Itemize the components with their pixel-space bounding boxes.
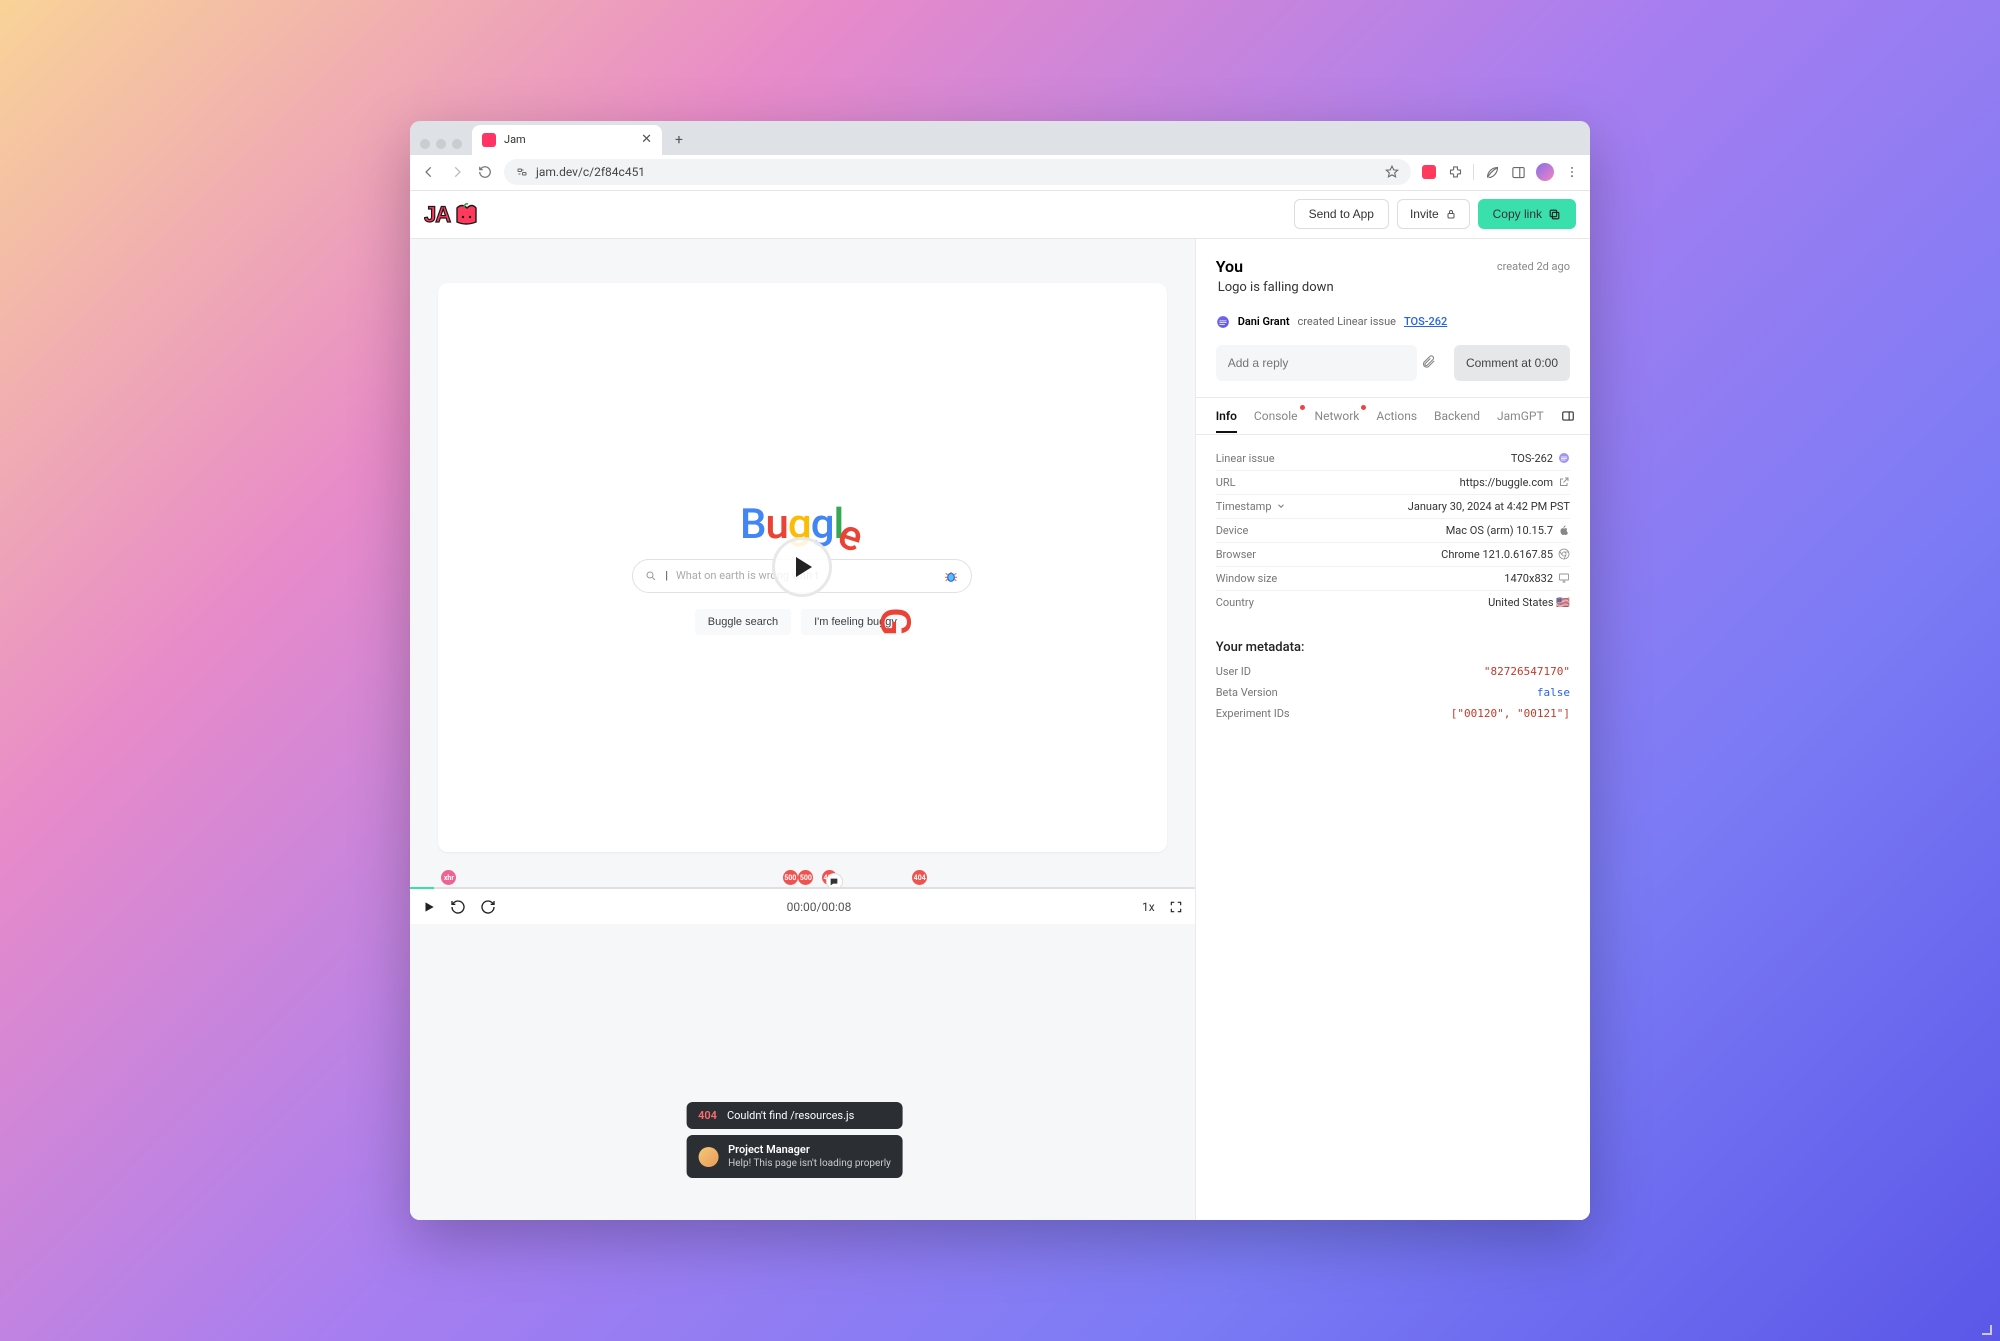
- url-input[interactable]: jam.dev/c/2f84c451: [504, 159, 1411, 185]
- panel-icon[interactable]: [1510, 164, 1526, 180]
- timeline-marker-xhr[interactable]: xhr: [441, 870, 456, 885]
- timeline-marker-500[interactable]: 500: [798, 870, 813, 885]
- tab-favicon: [482, 133, 496, 147]
- info-browser: Chrome 121.0.6167.85: [1441, 548, 1553, 561]
- comment-at-button[interactable]: Comment at 0:00: [1454, 345, 1570, 381]
- jam-logo[interactable]: JA: [424, 200, 478, 228]
- buggle-search-button: Buggle search: [695, 609, 791, 635]
- tab-backend[interactable]: Backend: [1434, 409, 1480, 423]
- playback-time: 00:00/00:08: [787, 900, 852, 914]
- commenter-avatar: [698, 1147, 718, 1167]
- window-traffic-lights[interactable]: [420, 139, 468, 155]
- info-linear-issue[interactable]: TOS-262: [1511, 452, 1553, 465]
- fallen-letter: G: [870, 607, 919, 636]
- timeline-marker-500[interactable]: 500: [783, 870, 798, 885]
- video-panel: Buggle G |What on earth is wrong with t …: [410, 239, 1195, 1221]
- linear-icon: [1558, 452, 1570, 464]
- chrome-icon: [1558, 548, 1570, 560]
- timeline-marker-404[interactable]: 404: [912, 870, 927, 885]
- video-preview[interactable]: Buggle G |What on earth is wrong with t …: [438, 283, 1167, 852]
- error-tooltip[interactable]: 404 Couldn't find /resources.js: [686, 1102, 903, 1129]
- forward-skip-button[interactable]: [480, 899, 496, 915]
- activity-row: Dani Grant created Linear issue TOS-262: [1196, 305, 1590, 339]
- linear-icon: [1216, 315, 1230, 329]
- info-country: United States 🇺🇸: [1488, 596, 1570, 609]
- url-text: jam.dev/c/2f84c451: [536, 165, 645, 179]
- bookmark-icon[interactable]: [1385, 165, 1399, 179]
- tab-close-icon[interactable]: ✕: [641, 132, 652, 147]
- tab-console[interactable]: Console: [1254, 409, 1298, 423]
- site-info-icon: [516, 166, 528, 178]
- comment-tooltip[interactable]: Project Manager Help! This page isn't lo…: [686, 1135, 903, 1178]
- bug-icon: [943, 568, 959, 584]
- linear-issue-link[interactable]: TOS-262: [1404, 315, 1447, 328]
- svg-text:JA: JA: [424, 202, 451, 227]
- app-header: JA Send to App Invite Copy link: [410, 191, 1590, 239]
- copy-icon: [1548, 208, 1561, 221]
- tab-title: Jam: [504, 133, 526, 146]
- expand-panel-icon[interactable]: [1561, 409, 1575, 423]
- forward-button[interactable]: [448, 163, 466, 181]
- copy-link-button[interactable]: Copy link: [1478, 199, 1576, 229]
- new-tab-button[interactable]: +: [666, 127, 692, 153]
- playback-speed[interactable]: 1x: [1142, 900, 1155, 914]
- attach-icon[interactable]: [1421, 354, 1436, 369]
- tab-network[interactable]: Network: [1315, 409, 1360, 423]
- search-icon: [645, 570, 657, 582]
- monitor-icon: [1558, 572, 1570, 584]
- apple-icon: [1558, 524, 1570, 536]
- meta-experiments: ["00120", "00121"]: [1451, 707, 1570, 720]
- chevron-down-icon[interactable]: [1276, 501, 1286, 511]
- detail-tabs: Info Console Network Actions Backend Jam…: [1196, 397, 1590, 435]
- profile-avatar[interactable]: [1536, 163, 1554, 181]
- reply-input[interactable]: [1216, 345, 1417, 381]
- browser-tab-strip: Jam ✕ +: [410, 121, 1590, 155]
- metadata-title: Your metadata:: [1196, 626, 1590, 661]
- report-created: created 2d ago: [1497, 260, 1570, 273]
- meta-user-id: "82726547170": [1484, 665, 1570, 678]
- playback-progress[interactable]: [410, 887, 1195, 889]
- info-url[interactable]: https://buggle.com: [1460, 476, 1553, 489]
- extensions-icon[interactable]: [1447, 164, 1463, 180]
- browser-window: Jam ✕ + jam.dev/c/2f84c451: [410, 121, 1590, 1221]
- back-button[interactable]: [420, 163, 438, 181]
- play-button[interactable]: [772, 537, 832, 597]
- meta-beta: false: [1537, 686, 1570, 699]
- report-author: You: [1216, 257, 1243, 276]
- info-table: Linear issue TOS-262 URL https://buggle.…: [1196, 435, 1590, 626]
- info-timestamp: January 30, 2024 at 4:42 PM PST: [1408, 500, 1570, 513]
- rewind-button[interactable]: [450, 899, 466, 915]
- browser-tab[interactable]: Jam ✕: [472, 125, 662, 155]
- info-window-size: 1470x832: [1504, 572, 1553, 585]
- jam-extension-icon[interactable]: [1421, 164, 1437, 180]
- fullscreen-button[interactable]: [1169, 900, 1183, 914]
- playback-controls: 00:00/00:08 1x: [410, 888, 1195, 924]
- lock-icon: [1445, 208, 1457, 220]
- report-title: Logo is falling down: [1218, 280, 1570, 295]
- invite-button[interactable]: Invite: [1397, 199, 1470, 229]
- play-pause-button[interactable]: [422, 900, 436, 914]
- tab-actions[interactable]: Actions: [1376, 409, 1417, 423]
- reload-button[interactable]: [476, 163, 494, 181]
- info-device: Mac OS (arm) 10.15.7: [1446, 524, 1553, 537]
- details-panel: You created 2d ago Logo is falling down …: [1195, 239, 1590, 1221]
- send-to-app-button[interactable]: Send to App: [1294, 199, 1389, 229]
- timeline[interactable]: xhr 500 500 404 404: [410, 866, 1195, 888]
- browser-url-bar: jam.dev/c/2f84c451: [410, 155, 1590, 191]
- menu-icon[interactable]: [1564, 164, 1580, 180]
- external-link-icon: [1558, 476, 1570, 488]
- leaf-icon[interactable]: [1484, 164, 1500, 180]
- tab-jamgpt[interactable]: JamGPT: [1497, 409, 1544, 423]
- play-icon: [796, 557, 812, 577]
- tab-info[interactable]: Info: [1216, 409, 1237, 423]
